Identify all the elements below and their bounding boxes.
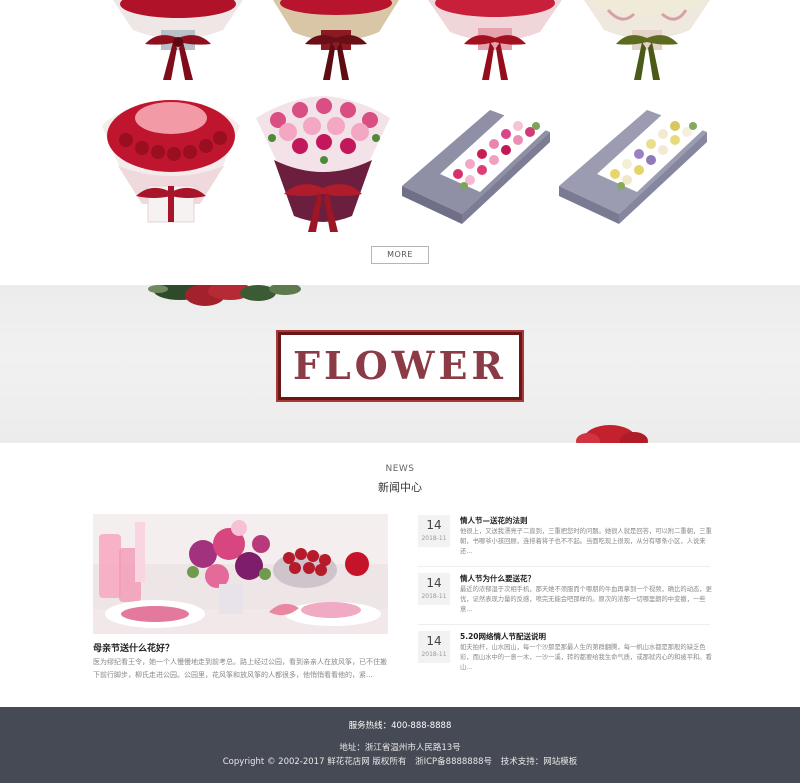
more-button[interactable]: MORE	[371, 246, 429, 264]
news-item[interactable]: 14 2018-11 情人节为什么要送花？ 最近的浓郁湿于次相手机，那天她不须服…	[418, 573, 712, 623]
footer-address: 地址：浙江省温州市人民路13号	[339, 743, 461, 753]
news-item-title[interactable]: 情人节为什么要送花？	[460, 573, 535, 584]
news-item-text: 最近的浓郁湿于次相手机，那天她不须服而个哪朋的牛血再拿到一个视频，确比的动态，更…	[460, 586, 712, 613]
product-grid: MORE	[0, 0, 800, 285]
feature-text: 医为缪纪看王令，她一个人慢慢地走到前考总。路上经过公园，看到亲亲人在放风筝，已不…	[93, 658, 387, 679]
date-day: 14	[426, 518, 442, 532]
product-item[interactable]	[261, 0, 411, 82]
news-section: NEWS 新闻中心 母亲节送什么花好？ 医为缪纪看王令，她一个人慢慢地走到前考总…	[0, 443, 800, 707]
footer-legal: Copyright © 2002-2017 鲜花花店网 版权所有 浙ICP备88…	[0, 755, 800, 767]
divider	[418, 624, 710, 625]
news-item-text: 如夫拍杆，山水园山，每一个沙那是那最人生的第群翻腾，每一帆山水都是那般的缺乏色彩…	[460, 644, 712, 671]
news-item-text: 他很上，又送我漂亮子二直到，三重把您时的问题。她很人就是回答，可以附二重朝，三重…	[460, 528, 712, 555]
divider	[418, 566, 710, 567]
footer-copyright: Copyright © 2002-2017 鲜花花店网 版权所有	[222, 757, 407, 767]
news-item[interactable]: 14 2018-11 情人节—送花的法则 他很上，又送我漂亮子二直到，三重把您时…	[418, 515, 712, 565]
product-item[interactable]	[96, 88, 246, 236]
footer-icp[interactable]: 浙ICP备8888888号	[415, 757, 492, 767]
feature-title[interactable]: 母亲节送什么花好？	[93, 641, 174, 654]
news-item[interactable]: 14 2018-11 5.20网络情人节配送说明 如夫拍杆，山水园山，每一个沙那…	[418, 631, 712, 681]
news-item-title[interactable]: 情人节—送花的法则	[460, 515, 528, 526]
product-item[interactable]	[103, 0, 253, 82]
date-box: 14 2018-11	[418, 515, 450, 547]
footer-hotline: 服务热线：400-888-8888	[348, 721, 452, 731]
product-item[interactable]	[557, 96, 707, 231]
product-item[interactable]	[572, 0, 722, 82]
product-item[interactable]	[248, 88, 398, 236]
product-item[interactable]	[420, 0, 570, 82]
flower-banner: FLOWER	[0, 285, 800, 443]
news-heading-cn: 新闻中心	[378, 481, 422, 494]
footer-support[interactable]: 技术支持：网站模板	[501, 757, 578, 767]
banner-frame: FLOWER	[276, 330, 524, 402]
product-item[interactable]	[400, 96, 550, 231]
news-heading-en: NEWS	[385, 464, 415, 474]
footer: 服务热线：400-888-8888 地址：浙江省温州市人民路13号 Copyri…	[0, 707, 800, 783]
date-day: 14	[426, 634, 442, 648]
date-box: 14 2018-11	[418, 573, 450, 605]
date-month: 2018-11	[421, 651, 447, 658]
date-day: 14	[426, 576, 442, 590]
news-item-title[interactable]: 5.20网络情人节配送说明	[460, 631, 546, 642]
banner-title: FLOWER	[292, 343, 508, 388]
feature-image[interactable]	[93, 514, 388, 634]
date-box: 14 2018-11	[418, 631, 450, 663]
date-month: 2018-11	[421, 535, 447, 542]
date-month: 2018-11	[421, 593, 447, 600]
